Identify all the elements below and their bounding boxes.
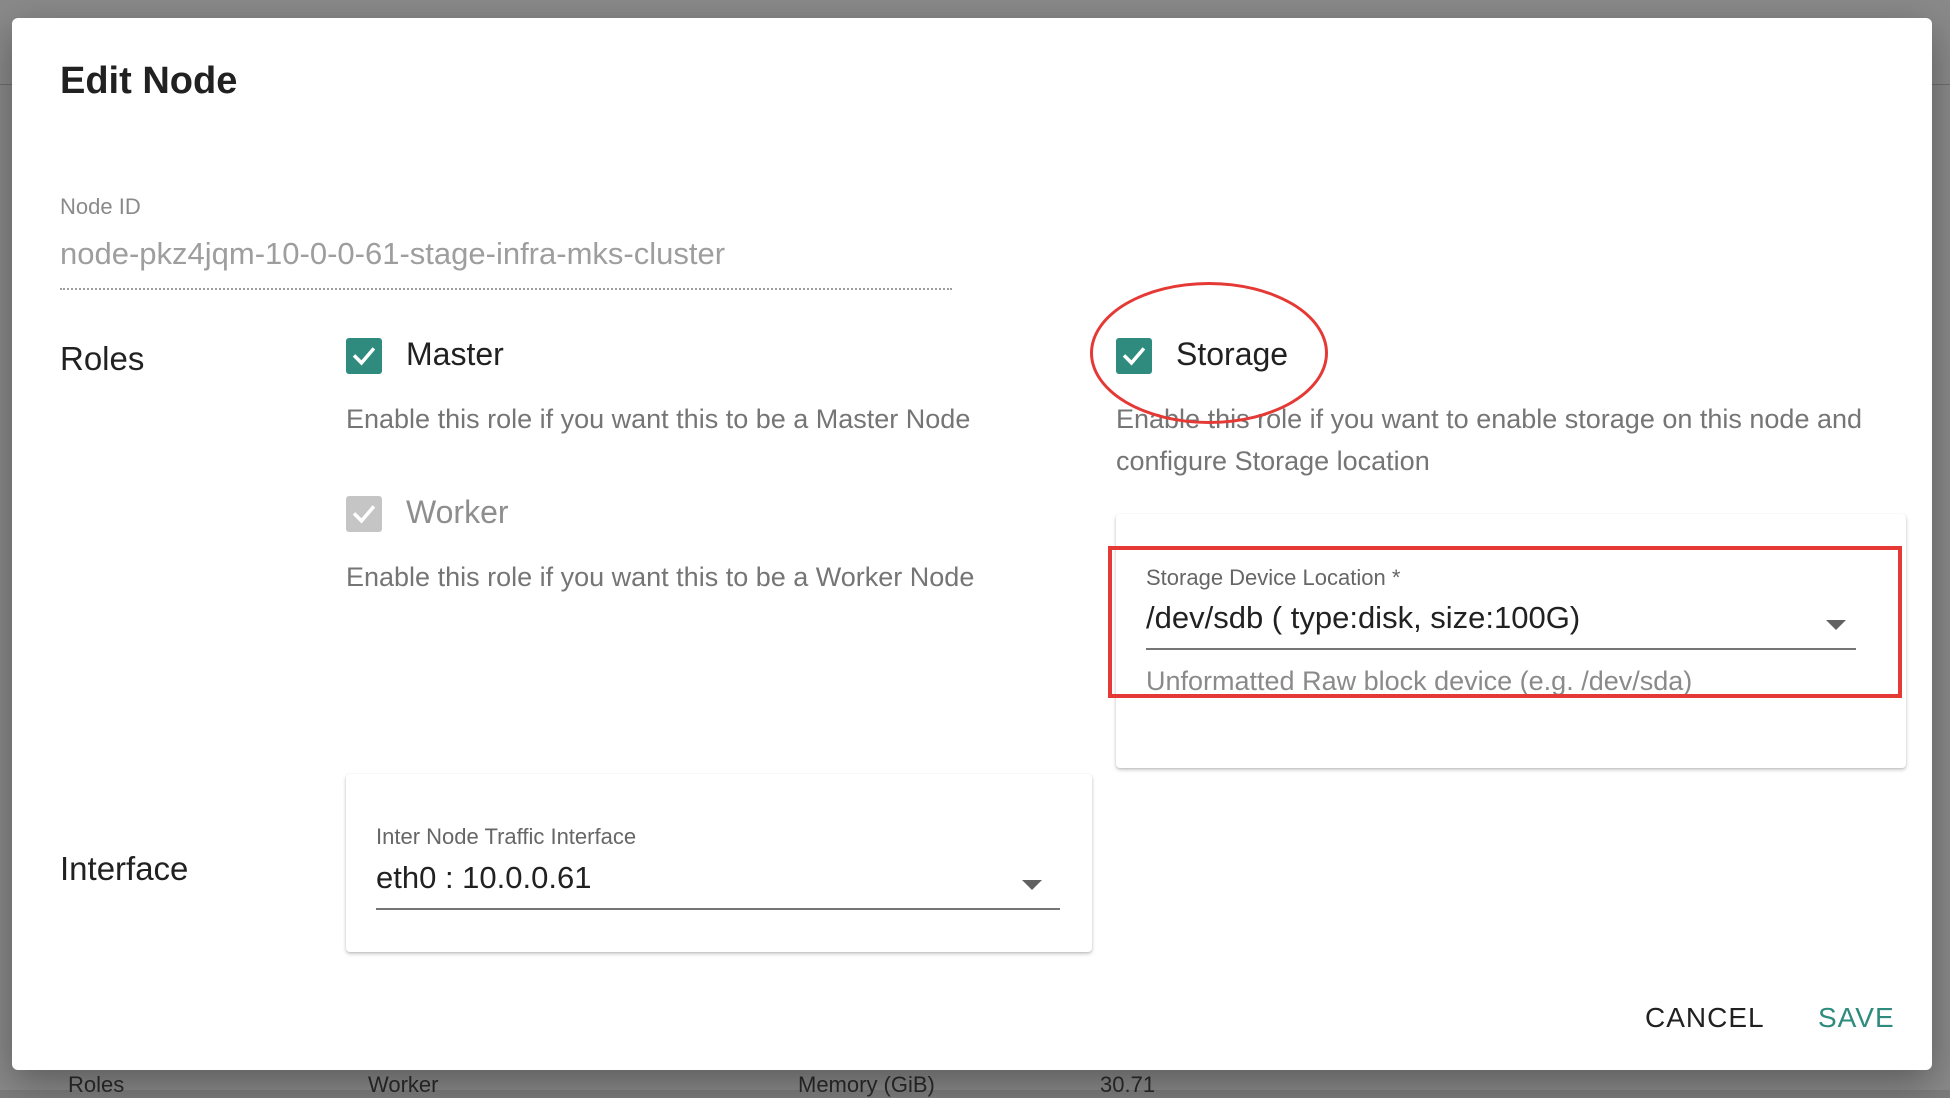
worker-label: Worker — [406, 494, 509, 530]
master-description: Enable this role if you want this to be … — [346, 404, 971, 434]
bg-cell-memory-value: 30.71 — [1100, 1072, 1156, 1097]
interface-field-label: Inter Node Traffic Interface — [376, 824, 637, 849]
interface-label: Interface — [60, 850, 189, 887]
background-table-row: Roles Worker Memory (GiB) 30.71 — [0, 1068, 1950, 1097]
edit-node-dialog: Edit Node Node ID node-pkz4jqm-10-0-0-61… — [12, 18, 1932, 1070]
checkmark-icon — [352, 505, 376, 524]
dialog-title: Edit Node — [60, 60, 238, 102]
interface-underline — [376, 908, 1060, 910]
node-id-label: Node ID — [60, 194, 141, 219]
worker-description: Enable this role if you want this to be … — [346, 562, 975, 592]
chevron-down-icon[interactable] — [1022, 880, 1042, 890]
annotation-rectangle — [1108, 546, 1902, 698]
node-id-field: node-pkz4jqm-10-0-0-61-stage-infra-mks-c… — [60, 236, 726, 271]
save-button[interactable]: SAVE — [1818, 1002, 1895, 1034]
checkmark-icon — [352, 347, 376, 366]
master-label: Master — [406, 336, 504, 372]
worker-checkbox[interactable] — [346, 496, 382, 532]
node-id-underline — [60, 288, 952, 290]
bg-cell-worker: Worker — [368, 1072, 439, 1097]
annotation-ellipse — [1090, 282, 1328, 424]
cancel-button[interactable]: CANCEL — [1645, 1002, 1765, 1034]
bg-cell-roles: Roles — [68, 1072, 125, 1097]
roles-label: Roles — [60, 340, 145, 377]
interface-select[interactable]: eth0 : 10.0.0.61 — [376, 860, 591, 896]
master-checkbox[interactable] — [346, 338, 382, 374]
bg-cell-memory: Memory (GiB) — [798, 1072, 935, 1097]
